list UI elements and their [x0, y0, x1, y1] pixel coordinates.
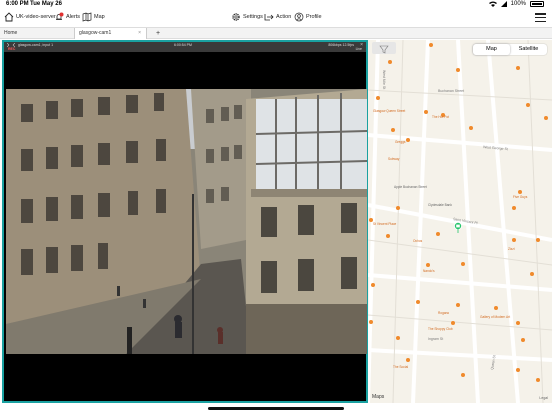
poi-five-guys[interactable]: Five Guys	[513, 195, 528, 199]
poi-glasgow-queen-street[interactable]: Glasgow Queen Street	[373, 109, 405, 113]
poi-the-hot-pot[interactable]: The Hot Pot	[432, 115, 449, 119]
profile-button[interactable]: Profile	[294, 12, 322, 22]
settings-button[interactable]: Settings	[231, 12, 263, 22]
signal-icon	[500, 1, 507, 7]
map-type-map[interactable]: Map	[473, 44, 510, 55]
stream-stats: 806kbps 12.5fps	[328, 43, 354, 47]
tab-bar: Home glasgow-cam1 × +	[0, 27, 552, 39]
rec-indicator: REC	[8, 47, 16, 51]
action-label: Action	[276, 14, 292, 20]
video-timestamp: 6:00:54 PM	[174, 43, 192, 47]
action-arrow-icon	[264, 14, 274, 21]
map-type-toggle: Map Satellite	[473, 44, 547, 55]
wifi-icon	[488, 1, 497, 7]
gear-icon	[232, 13, 240, 21]
street-ingram: Ingram St	[428, 337, 443, 341]
battery-percent: 100%	[510, 1, 526, 7]
poi-zizzi[interactable]: Zizzi	[508, 247, 515, 251]
status-time: 6:00 PM	[6, 1, 29, 7]
poi-nandos[interactable]: Nando's	[423, 269, 435, 273]
status-date: Tue May 26	[30, 1, 62, 7]
poi-the-social[interactable]: The Social	[393, 365, 408, 369]
add-tab-button[interactable]: +	[152, 28, 162, 39]
map-button[interactable]: Map	[82, 12, 105, 22]
poi-gallery-modern-art[interactable]: Gallery of Modern Art	[480, 315, 510, 319]
alerts-label: Alerts	[66, 14, 81, 20]
server-label: UK-video-server	[16, 14, 56, 20]
map-type-satellite[interactable]: Satellite	[510, 44, 547, 55]
home-icon	[4, 12, 14, 22]
map-filter-button[interactable]	[372, 42, 396, 54]
map-label: Map	[94, 14, 105, 20]
legal-link[interactable]: Legal	[539, 396, 548, 400]
battery-icon	[530, 1, 544, 7]
poi-greggs[interactable]: Greggs	[395, 140, 406, 144]
profile-label: Profile	[306, 14, 322, 20]
maps-logo-text: Maps	[372, 394, 385, 400]
poi-clydesdale-bank[interactable]: Clydesdale Bank	[428, 203, 452, 207]
action-button[interactable]: Action	[264, 12, 291, 22]
poi-apple-buchanan[interactable]: Apple Buchanan Street	[394, 185, 427, 189]
toolbar: UK-video-server Alerts Map Settings Acti…	[0, 9, 552, 27]
tab-glasgow-cam1[interactable]: glasgow-cam1 ×	[74, 28, 147, 39]
close-tab-icon[interactable]: ×	[138, 28, 141, 39]
home-indicator	[208, 407, 344, 410]
profile-icon	[294, 12, 304, 22]
street-buchanan: Buchanan Street	[438, 89, 464, 93]
poi-subway[interactable]: Subway	[388, 157, 400, 161]
alerts-button[interactable]: Alerts	[54, 12, 80, 22]
poi-rogano[interactable]: Rogano	[438, 311, 449, 315]
filter-icon	[379, 45, 389, 54]
map-panel[interactable]: Buchanan Street West George St Saint Vin…	[368, 40, 552, 403]
poi-ochos[interactable]: Ochos	[413, 239, 423, 243]
map-icon	[82, 12, 92, 22]
close-video-icon[interactable]: ×	[360, 42, 363, 48]
video-panel[interactable]: glasgow-cam1, input 1 REC 6:00:54 PM 806…	[2, 40, 368, 403]
alert-bell-icon	[56, 12, 64, 20]
tab-home[interactable]: Home	[0, 28, 73, 39]
camera-location-marker[interactable]	[456, 224, 460, 228]
camera-feed-image	[6, 89, 367, 354]
settings-label: Settings	[243, 14, 263, 20]
street-west-nile: West Nile St	[382, 70, 386, 89]
menu-icon[interactable]	[535, 13, 546, 22]
status-bar: 6:00 PM Tue May 26 100%	[0, 0, 552, 9]
poi-shoppy-club[interactable]: The Shoppy Club	[428, 327, 453, 331]
maps-logo: Maps	[372, 394, 384, 400]
poi-st-vincent-place[interactable]: St Vincent Place	[373, 222, 397, 226]
server-button[interactable]: UK-video-server	[4, 12, 56, 22]
map-canvas[interactable]: Buchanan Street West George St Saint Vin…	[368, 40, 552, 403]
tab-label: glasgow-cam1	[79, 30, 112, 36]
video-header: glasgow-cam1, input 1 REC 6:00:54 PM 806…	[4, 42, 366, 52]
camera-name: glasgow-cam1, input 1	[18, 43, 54, 47]
status-right: 100%	[488, 1, 544, 7]
